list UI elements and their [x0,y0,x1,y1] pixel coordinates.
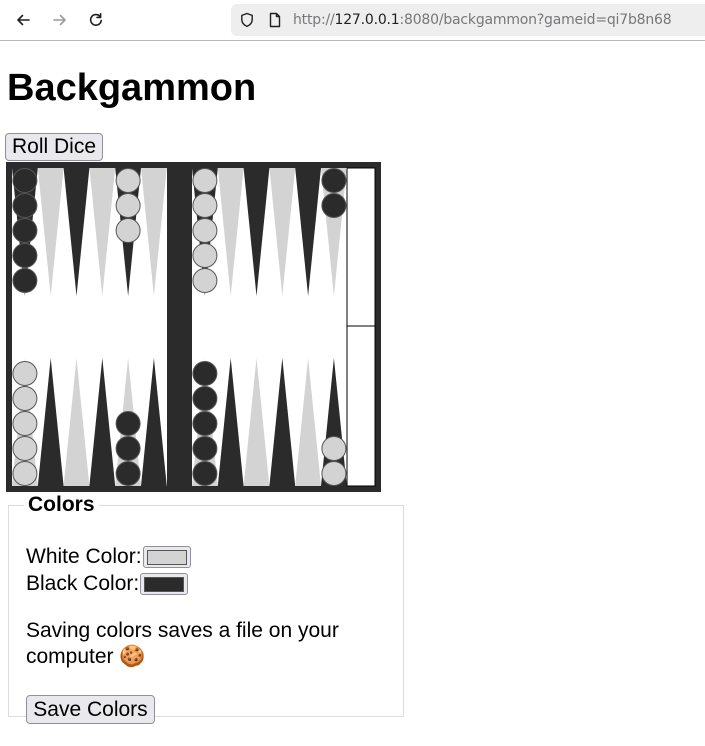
white-checker[interactable] [115,193,141,218]
shield-icon [241,12,253,28]
white-checker[interactable] [115,218,141,243]
page-icon [269,12,281,28]
roll-dice-button[interactable]: Roll Dice [5,133,103,161]
right-field [192,168,347,486]
browser-toolbar: http://127.0.0.1:8080/backgammon?gameid=… [0,0,705,41]
black-color-label: Black Color: [26,572,140,595]
black-checker[interactable] [192,361,218,386]
white-color-label: White Color: [26,545,142,568]
black-checker[interactable] [192,411,218,436]
white-checker[interactable] [12,361,38,386]
url-text[interactable]: http://127.0.0.1:8080/backgammon?gameid=… [293,12,672,28]
white-checker[interactable] [12,436,38,461]
black-checker[interactable] [12,193,38,218]
black-checker[interactable] [321,193,347,218]
address-bar[interactable]: http://127.0.0.1:8080/backgammon?gameid=… [231,4,705,36]
black-checker[interactable] [12,268,38,293]
colors-fieldset: Colors White Color: Black Color: Saving … [8,493,404,724]
forward-button[interactable] [46,6,74,34]
white-color-swatch [146,549,187,565]
backgammon-board[interactable] [6,162,381,492]
black-checker[interactable] [12,218,38,243]
white-color-row: White Color: [26,545,191,569]
url-prefix: http:// [293,12,335,28]
left-field [12,168,167,486]
black-checker[interactable] [12,168,38,193]
black-color-swatch [144,576,185,592]
white-checker[interactable] [192,168,218,193]
forward-arrow-icon [53,14,66,26]
white-checker[interactable] [321,436,347,461]
white-checker[interactable] [192,193,218,218]
white-checker[interactable] [321,461,347,486]
bear-off-tray[interactable] [346,167,376,487]
black-checker[interactable] [192,461,218,486]
black-checker[interactable] [115,436,141,461]
black-color-picker[interactable] [140,573,189,595]
url-rest: :8080/backgammon?gameid=qi7b8n68 [399,12,672,28]
black-checker[interactable] [192,436,218,461]
black-color-row: Black Color: [26,572,189,596]
black-checker[interactable] [321,168,347,193]
save-note: Saving colors saves a file on your compu… [26,619,339,668]
save-colors-button[interactable]: Save Colors [26,695,155,724]
white-checker[interactable] [12,386,38,411]
black-checker[interactable] [115,411,141,436]
colors-legend: Colors [28,493,95,516]
white-checker[interactable] [192,268,218,293]
back-button[interactable] [9,6,37,34]
black-checker[interactable] [115,461,141,486]
page-title: Backgammon [7,67,257,109]
back-arrow-icon [17,14,30,26]
white-checker[interactable] [115,168,141,193]
reload-icon [89,13,102,26]
white-color-picker[interactable] [142,546,191,568]
url-host: 127.0.0.1 [334,12,400,28]
white-checker[interactable] [192,218,218,243]
white-checker[interactable] [12,411,38,436]
white-checker[interactable] [192,243,218,268]
reload-button[interactable] [82,6,110,34]
black-checker[interactable] [192,386,218,411]
black-checker[interactable] [12,243,38,268]
white-checker[interactable] [12,461,38,486]
